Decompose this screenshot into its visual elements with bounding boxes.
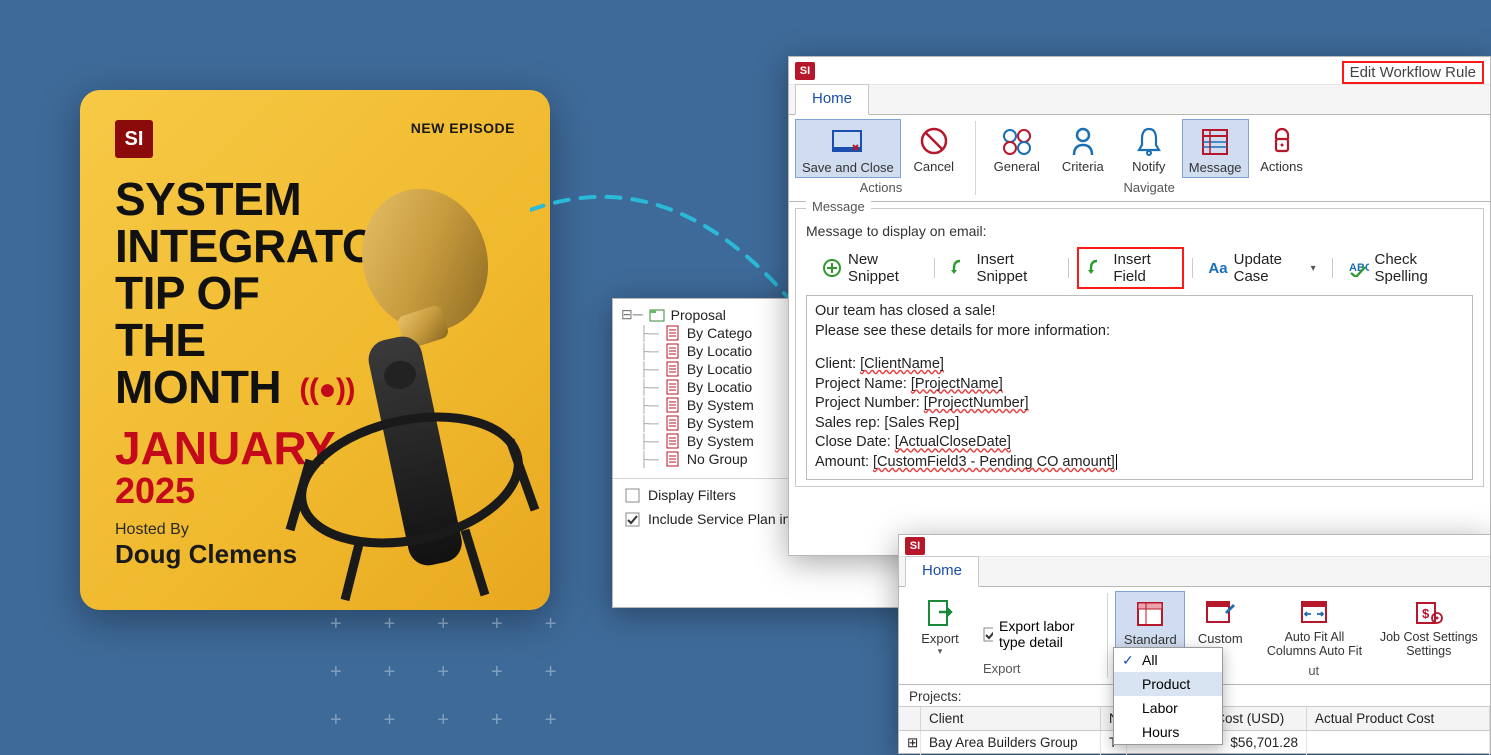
standard-label: Standard <box>1124 632 1177 647</box>
custom-label: Custom <box>1198 631 1243 646</box>
dropdown-opt-product[interactable]: Product <box>1114 672 1222 696</box>
tree-item-label: By Locatio <box>687 379 752 395</box>
msg-rep-field: [Sales Rep] <box>884 415 959 431</box>
expand-row-icon[interactable]: ⊞ <box>899 731 921 755</box>
dropdown-opt-all[interactable]: All <box>1114 648 1222 672</box>
tab-home[interactable]: Home <box>905 556 979 587</box>
podcast-card: SI NEW EPISODE SYSTEM INTEGRATOR TIP OF … <box>80 90 550 610</box>
msg-close-label: Close Date: <box>815 434 895 450</box>
jobcost-settings-button[interactable]: $ Job Cost Settings Settings <box>1374 591 1484 661</box>
msg-pnum-field: [ProjectNumber] <box>924 395 1029 411</box>
update-case-button[interactable]: Aa Update Case ▾ <box>1200 248 1323 288</box>
si-logo: SI <box>115 120 153 158</box>
autofit-button[interactable]: Auto Fit All Columns Auto Fit <box>1255 591 1373 661</box>
export-button[interactable]: Export ▾ <box>905 591 975 659</box>
tree-item-label: By Catego <box>687 325 752 341</box>
cancel-label: Cancel <box>914 159 954 174</box>
settings-label: Job Cost Settings Settings <box>1380 631 1478 659</box>
folder-icon <box>649 307 665 323</box>
dropdown-opt-labor[interactable]: Labor <box>1114 696 1222 720</box>
criteria-button[interactable]: Criteria <box>1050 119 1116 178</box>
msg-line-1: Our team has closed a sale! <box>815 302 1464 322</box>
message-button[interactable]: Message <box>1182 119 1249 178</box>
group-export-label: Export <box>905 659 1099 680</box>
save-and-close-button[interactable]: Save and Close <box>795 119 901 178</box>
dropdown-opt-hours[interactable]: Hours <box>1114 720 1222 744</box>
notify-button[interactable]: Notify <box>1116 119 1182 178</box>
tab-home[interactable]: Home <box>795 84 869 115</box>
insert-field-button[interactable]: Insert Field <box>1077 247 1183 289</box>
export-labor-detail-checkbox[interactable]: Export labor type detail <box>975 591 1099 659</box>
msg-line-2: Please see these details for more inform… <box>815 322 1464 342</box>
microphone-illustration <box>250 180 550 610</box>
msg-amt-field: [CustomField3 - Pending CO amount] <box>873 454 1115 470</box>
message-fieldset: Message Message to display on email: New… <box>795 208 1484 487</box>
message-toolbar: New Snippet Insert Snippet Insert Field … <box>806 241 1473 295</box>
edit-workflow-rule-window: SI Edit Workflow Rule Home Save and Clos… <box>788 56 1491 556</box>
insert-snippet-label: Insert Snippet <box>976 251 1052 285</box>
export-detail-label: Export labor type detail <box>999 618 1095 650</box>
export-window: SI Home Export ▾ Export labor type detai… <box>898 534 1491 754</box>
insert-snippet-button[interactable]: Insert Snippet <box>942 248 1060 288</box>
cancel-button[interactable]: Cancel <box>901 119 967 178</box>
export-label: Export <box>921 631 959 646</box>
save-close-label: Save and Close <box>802 160 894 175</box>
tree-item-label: By Locatio <box>687 361 752 377</box>
msg-rep-label: Sales rep: <box>815 415 884 431</box>
workflow-titlebar: SI Edit Workflow Rule <box>789 57 1490 85</box>
group-layout-label: ut <box>1308 663 1319 678</box>
group-navigate-label: Navigate <box>984 178 1315 199</box>
col-actual-cost[interactable]: Actual Product Cost <box>1307 707 1490 730</box>
criteria-label: Criteria <box>1062 159 1104 174</box>
standard-dropdown[interactable]: All Product Labor Hours <box>1113 647 1223 745</box>
check-spelling-button[interactable]: ABC Check Spelling <box>1341 248 1465 288</box>
title-line-2: TIP OF <box>115 267 259 319</box>
insert-field-label: Insert Field <box>1113 251 1173 285</box>
msg-client-field: [ClientName] <box>860 356 944 372</box>
msg-pnum-label: Project Number: <box>815 395 924 411</box>
message-legend: Message <box>806 199 871 214</box>
tree-item-label: No Group <box>687 451 748 467</box>
title-line-3: THE <box>115 314 206 366</box>
tree-root-label: Proposal <box>671 307 726 323</box>
msg-pname-field: [ProjectName] <box>911 376 1003 392</box>
si-app-icon: SI <box>905 537 925 555</box>
general-label: General <box>994 159 1040 174</box>
plus-watermark: +++++++++++++++ <box>330 600 598 744</box>
actions-label: Actions <box>1260 159 1303 174</box>
autofit-label: Auto Fit All Columns Auto Fit <box>1261 631 1367 659</box>
col-client[interactable]: Client <box>921 707 1101 730</box>
message-textarea[interactable]: Our team has closed a sale! Please see t… <box>806 295 1473 480</box>
window-title: Edit Workflow Rule <box>1342 61 1484 84</box>
new-episode-badge: NEW EPISODE <box>411 120 515 136</box>
tree-item-label: By System <box>687 397 754 413</box>
display-filters-label: Display Filters <box>648 487 736 503</box>
new-snippet-label: New Snippet <box>848 251 918 285</box>
workflow-ribbon: Save and Close Cancel Actions General Cr… <box>789 115 1490 202</box>
msg-amt-label: Amount: <box>815 454 873 470</box>
row-client: Bay Area Builders Group <box>921 731 1101 755</box>
msg-client-label: Client: <box>815 356 860 372</box>
msg-close-field: [ActualCloseDate] <box>895 434 1011 450</box>
si-app-icon: SI <box>795 62 815 80</box>
message-label: Message <box>1189 160 1242 175</box>
actions-button[interactable]: Actions <box>1249 119 1315 178</box>
notify-label: Notify <box>1132 159 1165 174</box>
tree-item-label: By System <box>687 433 754 449</box>
general-button[interactable]: General <box>984 119 1050 178</box>
group-actions-label: Actions <box>795 178 967 199</box>
update-case-label: Update Case <box>1234 251 1305 285</box>
check-spelling-label: Check Spelling <box>1375 251 1457 285</box>
svg-text:$: $ <box>1422 606 1430 621</box>
tree-item-label: By Locatio <box>687 343 752 359</box>
message-prompt: Message to display on email: <box>806 215 1473 241</box>
msg-pname-label: Project Name: <box>815 376 911 392</box>
tree-item-label: By System <box>687 415 754 431</box>
new-snippet-button[interactable]: New Snippet <box>814 248 926 288</box>
